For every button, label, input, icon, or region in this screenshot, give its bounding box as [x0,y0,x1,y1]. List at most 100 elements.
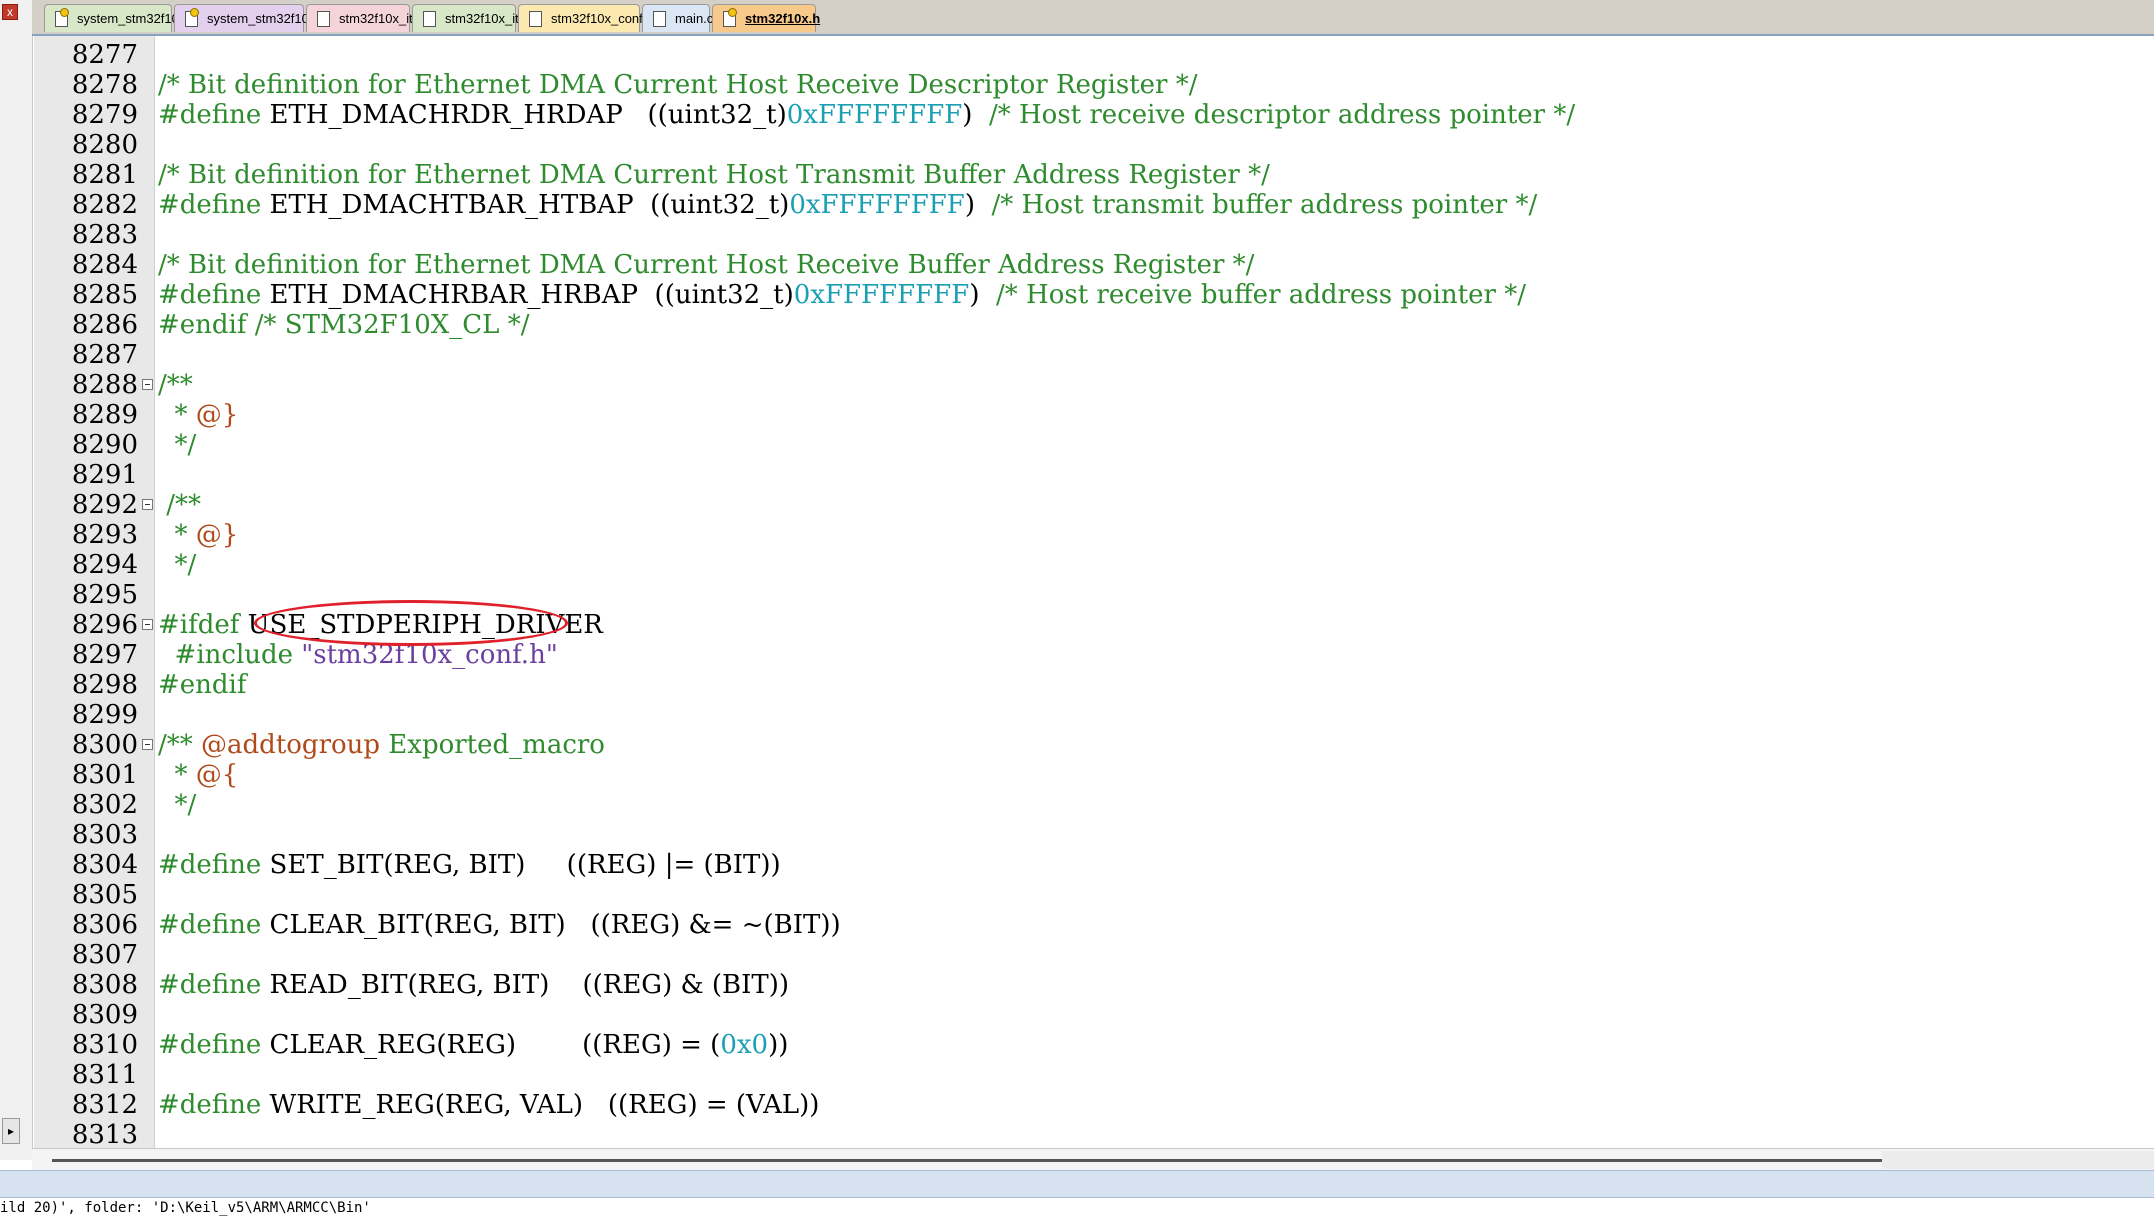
code-line[interactable]: 8309 [0,1000,2154,1030]
code-line[interactable]: 8294 */ [0,550,2154,580]
code-text: /* Bit definition for Ethernet DMA Curre… [158,70,1198,100]
code-text: * @} [158,400,239,430]
file-icon [653,11,666,27]
code-text: * @{ [158,760,239,790]
horizontal-scrollbar[interactable] [32,1148,2154,1171]
line-number: 8302 [71,790,138,820]
scrollbar-thumb[interactable] [52,1159,1882,1162]
tab-system-stm32f10x-c[interactable]: system_stm32f10x.c [44,4,196,32]
line-number: 8300 [71,730,138,760]
tab-main-c[interactable]: main.c [642,4,714,32]
line-number: 8294 [71,550,138,580]
code-line[interactable]: 8304 #define SET_BIT(REG, BIT) ((REG) |= … [0,850,2154,880]
code-line[interactable]: 8290 */ [0,430,2154,460]
line-number: 8299 [71,700,138,730]
tab-label: stm32f10x_it.c [339,11,423,26]
code-line[interactable]: 8308 #define READ_BIT(REG, BIT) ((REG) & … [0,970,2154,1000]
code-line[interactable]: 8312 #define WRITE_REG(REG, VAL) ((REG) =… [0,1090,2154,1120]
code-line[interactable]: 8286 #endif /* STM32F10X_CL */ [0,310,2154,340]
tab-stm32f10x-it-c[interactable]: stm32f10x_it.c [306,4,423,32]
line-number: 8290 [71,430,138,460]
code-text: #endif [158,670,247,700]
code-line[interactable]: 8313 [0,1120,2154,1150]
code-line[interactable]: 8310 #define CLEAR_REG(REG) ((REG) = (0x0… [0,1030,2154,1060]
code-text: #ifdef USE_STDPERIPH_DRIVER [158,610,603,640]
code-text: #define READ_BIT(REG, BIT) ((REG) & (BIT… [158,970,790,1000]
code-text: /** [158,370,193,400]
code-text: #define ETH_DMACHRBAR_HRBAP ((uint32_t)0… [158,280,1526,310]
tab-system-stm32f10x-h[interactable]: system_stm32f10x.h [174,4,326,32]
tab-label: main.c [675,11,714,26]
fold-toggle-icon[interactable] [142,619,153,630]
code-line[interactable]: 8293 * @} [0,520,2154,550]
line-number: 8289 [71,400,138,430]
line-number: 8283 [71,220,138,250]
code-line[interactable]: 8296 #ifdef USE_STDPERIPH_DRIVER [0,610,2154,640]
line-number: 8284 [71,250,138,280]
line-number: 8291 [71,460,138,490]
fold-toggle-icon[interactable] [142,739,153,750]
code-line[interactable]: 8287 [0,340,2154,370]
file-gear-icon [55,8,69,27]
code-line[interactable]: 8295 [0,580,2154,610]
build-output-line: ild 20)', folder: 'D:\Keil_v5\ARM\ARMCC\… [0,1198,2154,1219]
line-number: 8288 [71,370,138,400]
code-text: #define ETH_DMACHRDR_HRDAP ((uint32_t)0x… [158,100,1576,130]
code-line[interactable]: 8299 [0,700,2154,730]
fold-toggle-icon[interactable] [142,499,153,510]
close-icon[interactable]: x [2,4,18,20]
code-text: #define CLEAR_BIT(REG, BIT) ((REG) &= ~(… [158,910,841,940]
line-number: 8306 [71,910,138,940]
line-number: 8282 [71,190,138,220]
line-number: 8293 [71,520,138,550]
code-line[interactable]: 8279 #define ETH_DMACHRDR_HRDAP ((uint32_… [0,100,2154,130]
code-text: /** @addtogroup Exported_macro [158,730,605,760]
code-line[interactable]: 8300 /** @addtogroup Exported_macro [0,730,2154,760]
scrollbar-track-right[interactable] [1882,1151,2154,1169]
line-number: 8309 [71,1000,138,1030]
code-line[interactable]: 8277 [0,40,2154,70]
code-line[interactable]: 8283 [0,220,2154,250]
editor-tab-bar: system_stm32f10x.c system_stm32f10x.h stm3… [32,0,2154,36]
fold-toggle-icon[interactable] [142,379,153,390]
code-line[interactable]: 8280 [0,130,2154,160]
code-line[interactable]: 8281 /* Bit definition for Ethernet DMA C… [0,160,2154,190]
line-number: 8296 [71,610,138,640]
code-line[interactable]: 8289 * @} [0,400,2154,430]
code-line[interactable]: 8288 /** [0,370,2154,400]
code-line[interactable]: 8311 [0,1060,2154,1090]
line-number: 8305 [71,880,138,910]
code-text: #endif /* STM32F10X_CL */ [158,310,530,340]
code-text: */ [158,430,197,460]
code-line[interactable]: 8278 /* Bit definition for Ethernet DMA C… [0,70,2154,100]
line-number: 8303 [71,820,138,850]
code-line[interactable]: 8306 #define CLEAR_BIT(REG, BIT) ((REG) &… [0,910,2154,940]
code-text: /* Bit definition for Ethernet DMA Curre… [158,160,1270,190]
line-number: 8278 [71,70,138,100]
tab-stm32f10x-h[interactable]: stm32f10x.h [712,4,820,32]
line-number: 8304 [71,850,138,880]
line-number: 8285 [71,280,138,310]
code-line[interactable]: 8302 */ [0,790,2154,820]
code-line[interactable]: 8292 /** [0,490,2154,520]
code-line[interactable]: 8298 #endif [0,670,2154,700]
code-line[interactable]: 8297 #include "stm32f10x_conf.h" [0,640,2154,670]
code-text: * @} [158,520,239,550]
line-number: 8292 [71,490,138,520]
code-line[interactable]: 8284 /* Bit definition for Ethernet DMA C… [0,250,2154,280]
line-number: 8307 [71,940,138,970]
code-line[interactable]: 8291 [0,460,2154,490]
tab-stm32f10x-it-h[interactable]: stm32f10x_it.h [412,4,530,32]
tab-stm32f10x-conf-h[interactable]: stm32f10x_conf.h [518,4,654,32]
code-line[interactable]: 8305 [0,880,2154,910]
line-number: 8286 [71,310,138,340]
line-number: 8295 [71,580,138,610]
tab-label: stm32f10x.h [745,11,821,26]
code-line[interactable]: 8282 #define ETH_DMACHTBAR_HTBAP ((uint32… [0,190,2154,220]
code-line[interactable]: 8301 * @{ [0,760,2154,790]
code-line[interactable]: 8303 [0,820,2154,850]
code-line[interactable]: 8285 #define ETH_DMACHRBAR_HRBAP ((uint32… [0,280,2154,310]
line-number: 8287 [71,340,138,370]
panel-splitter[interactable] [0,1170,2154,1198]
code-line[interactable]: 8307 [0,940,2154,970]
